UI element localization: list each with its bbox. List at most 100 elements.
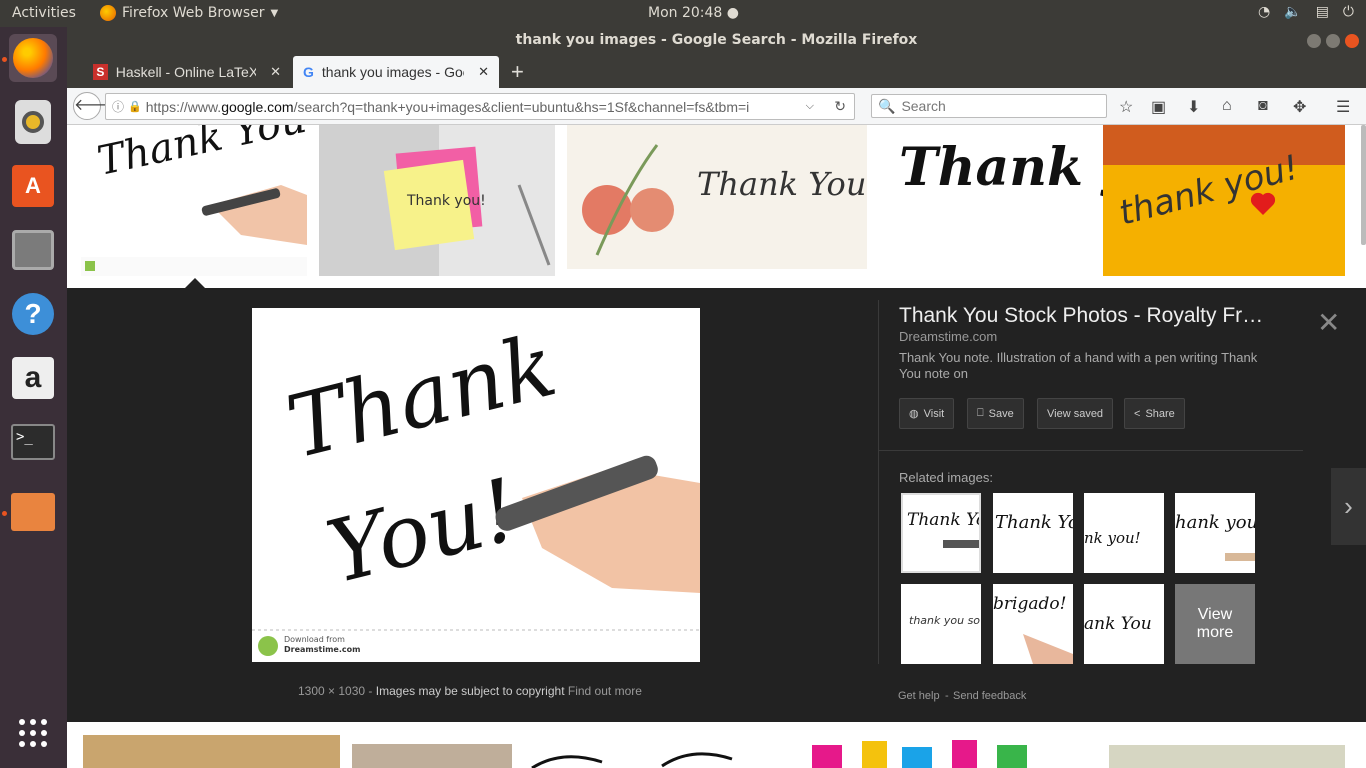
new-tab-icon[interactable]: + — [511, 59, 524, 85]
help-launcher-icon[interactable]: ? — [9, 290, 57, 338]
chevron-down-icon[interactable]: ⌵ — [806, 100, 814, 113]
url-text: https://www.google.com/search?q=thank+yo… — [146, 99, 806, 115]
clock-label: Mon 20:48 — [648, 5, 723, 21]
page-content: Thank You! Thank you! Thank You Thank yo… — [67, 125, 1366, 768]
result-thumbnail[interactable] — [352, 744, 512, 768]
related-image-text: nk you! — [1084, 529, 1141, 547]
result-thumbnail[interactable]: Thank You! — [81, 125, 307, 276]
related-image-text: brigado! — [993, 594, 1066, 614]
software-center-launcher-icon[interactable]: A — [9, 162, 57, 210]
result-thumbnail[interactable] — [1109, 745, 1345, 768]
result-thumbnail[interactable]: thank you! — [1103, 125, 1345, 276]
tab-google-images[interactable]: G thank you images - Goo ✕ — [293, 56, 499, 88]
share-label: Share — [1145, 407, 1175, 420]
terminal-launcher-icon[interactable]: >_ — [9, 418, 57, 466]
scrollbar[interactable] — [1361, 125, 1366, 245]
amazon-launcher-icon[interactable]: a — [9, 354, 57, 402]
close-window-button[interactable] — [1345, 34, 1359, 48]
image-source-site[interactable]: Dreamstime.com — [899, 329, 997, 344]
pocket-icon[interactable]: ◙ — [1258, 97, 1268, 115]
extension-icon[interactable]: ✥ — [1293, 97, 1306, 117]
related-images-heading: Related images: — [899, 470, 993, 485]
tab-label: Haskell - Online LaTeX E — [115, 64, 257, 80]
related-image[interactable]: Thank You! — [901, 493, 981, 573]
clipboard-icon[interactable]: ▤ — [1316, 4, 1329, 20]
app-menu-label: Firefox Web Browser — [122, 5, 265, 21]
result-thumbnail[interactable] — [83, 735, 340, 768]
maximize-button[interactable] — [1326, 34, 1340, 48]
close-preview-icon[interactable]: ✕ — [1317, 306, 1340, 339]
view-saved-button[interactable]: View saved — [1037, 398, 1114, 429]
wifi-icon[interactable]: ◔ — [1258, 4, 1270, 20]
visit-button[interactable]: ◍ Visit — [899, 398, 955, 429]
search-icon: 🔍 — [878, 97, 896, 114]
system-top-panel: Activities Firefox Web Browser ▼ Mon 20:… — [0, 0, 1366, 27]
show-applications-icon[interactable] — [9, 709, 57, 757]
related-image[interactable]: nk you! — [1084, 493, 1164, 573]
get-help-link[interactable]: Get help — [898, 690, 940, 702]
related-image-text: thank you so much — [909, 614, 981, 627]
thank-you-hand-large-image: Thank You! Download from Dreamstime.com — [252, 316, 700, 656]
related-image-text: ank You — [1084, 614, 1152, 634]
divider — [878, 300, 879, 664]
share-button[interactable]: < Share — [1124, 398, 1185, 429]
activities-button[interactable]: Activities — [12, 5, 76, 21]
tab-label: thank you images - Goo — [321, 64, 465, 80]
firefox-launcher-icon[interactable] — [9, 34, 57, 82]
archive-manager-launcher-icon[interactable] — [9, 488, 57, 536]
hamburger-menu-icon[interactable]: ☰ — [1336, 97, 1350, 117]
google-favicon-icon: G — [303, 64, 314, 80]
related-image[interactable]: brigado! — [993, 584, 1073, 664]
reload-icon[interactable]: ↻ — [834, 98, 846, 115]
preview-image[interactable]: Thank You! Download from Dreamstime.com — [252, 308, 700, 662]
related-image[interactable]: hank you — [1175, 493, 1255, 573]
result-thumbnail[interactable] — [522, 744, 792, 768]
related-image[interactable]: Thank You! — [993, 493, 1073, 573]
globe-icon: ◍ — [909, 408, 919, 420]
result-thumbnail[interactable] — [802, 735, 1082, 768]
visit-label: Visit — [923, 407, 945, 420]
reading-list-icon[interactable]: ▣ — [1151, 97, 1166, 117]
tab-haskell[interactable]: S Haskell - Online LaTeX E ✕ — [83, 56, 291, 88]
home-icon[interactable]: ⌂ — [1222, 97, 1232, 115]
back-button[interactable]: 🡐 — [73, 92, 117, 120]
bookmark-star-icon[interactable]: ☆ — [1119, 97, 1133, 117]
app-menu[interactable]: Firefox Web Browser ▼ — [100, 5, 278, 21]
close-tab-icon[interactable]: ✕ — [478, 64, 489, 80]
result-thumbnail[interactable]: Thank you! — [319, 125, 555, 276]
files-launcher-icon[interactable] — [9, 226, 57, 274]
close-tab-icon[interactable]: ✕ — [270, 64, 281, 80]
volume-icon[interactable]: 🔈 — [1284, 4, 1301, 20]
related-image[interactable]: thank you so much — [901, 584, 981, 664]
power-icon[interactable]: ⏻ — [1343, 4, 1354, 20]
footer-separator: - — [945, 690, 949, 702]
next-image-button[interactable]: › — [1331, 468, 1366, 545]
downloads-icon[interactable]: ⬇ — [1187, 97, 1200, 117]
rhythmbox-launcher-icon[interactable] — [9, 98, 57, 146]
result-thumbnail[interactable]: Thank you — [879, 125, 1103, 276]
search-input[interactable]: 🔍 Search — [871, 94, 1107, 118]
save-button[interactable]: ⎕ Save — [967, 398, 1024, 429]
watermark-text: Download from — [284, 635, 345, 644]
related-image[interactable]: ank You — [1084, 584, 1164, 664]
bookmark-icon: ⎕ — [977, 407, 984, 419]
clock[interactable]: Mon 20:48 ● — [648, 5, 739, 21]
save-label: Save — [988, 407, 1014, 420]
image-size: 1300 × 1030 — [298, 684, 366, 698]
image-description: Thank You note. Illustration of a hand w… — [899, 350, 1258, 381]
find-out-more-link[interactable]: Find out more — [568, 684, 642, 698]
view-more-button[interactable]: View more — [1175, 584, 1255, 664]
result-thumbnail[interactable]: Thank You — [567, 125, 867, 269]
window-titlebar: thank you images - Google Search - Mozil… — [67, 27, 1366, 54]
preview-image-text: Thank — [278, 316, 566, 479]
image-caption: 1300 × 1030 - Images may be subject to c… — [298, 684, 642, 698]
info-icon[interactable]: ⓘ — [112, 98, 124, 115]
send-feedback-link[interactable]: Send feedback — [953, 690, 1026, 702]
caption-separator: - — [368, 684, 373, 698]
thank-you-hand-image: Thank You! — [81, 125, 307, 276]
sticky-note-image: Thank you! — [319, 125, 551, 276]
minimize-button[interactable] — [1307, 34, 1321, 48]
related-image-text: Thank You! — [907, 510, 981, 530]
url-bar[interactable]: ⓘ 🔒 https://www.google.com/search?q=than… — [105, 93, 855, 120]
image-title[interactable]: Thank You Stock Photos - Royalty Fr… — [899, 304, 1284, 328]
